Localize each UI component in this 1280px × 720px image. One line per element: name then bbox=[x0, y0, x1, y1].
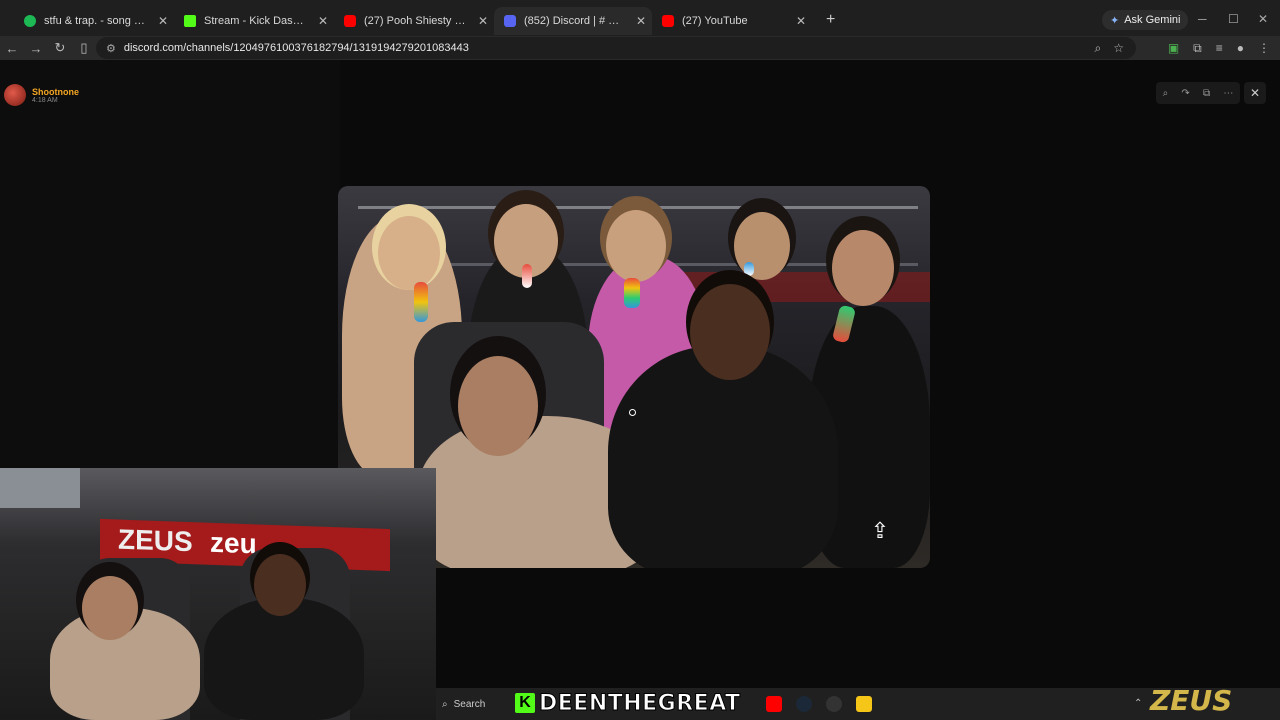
person bbox=[204, 598, 364, 720]
steam-icon[interactable] bbox=[796, 696, 812, 712]
menu-icon[interactable]: ⋮ bbox=[1258, 41, 1270, 56]
close-icon[interactable]: ✕ bbox=[636, 14, 646, 28]
face bbox=[606, 210, 666, 282]
tab-kick-dashboard[interactable]: Stream - Kick Dashboard ✕ bbox=[174, 7, 334, 35]
streamer-name-overlay: K DEENTHEGREAT bbox=[515, 690, 741, 716]
window bbox=[0, 468, 80, 508]
sparkle-icon: ✦ bbox=[1110, 14, 1120, 27]
bookmark-star-icon[interactable]: ☆ bbox=[1113, 41, 1124, 56]
tab-label: (27) Pooh Shiesty - Back In Bloc bbox=[364, 15, 468, 27]
face bbox=[82, 576, 138, 640]
streamer-webcam: ZEUS zeu bbox=[0, 468, 436, 720]
browser-toolbar: ← → ↻ ▯ ⚙ discord.com/channels/120497610… bbox=[0, 36, 1280, 60]
search-placeholder: Search bbox=[453, 698, 486, 710]
kick-icon bbox=[184, 15, 196, 27]
upload-icon[interactable]: ⇪ bbox=[868, 518, 892, 543]
close-icon[interactable]: ✕ bbox=[796, 14, 806, 28]
tab-label: (852) Discord | # … | reactions bbox=[524, 15, 626, 27]
close-icon[interactable]: ✕ bbox=[318, 14, 328, 28]
kick-badge: K bbox=[515, 693, 535, 713]
tab-label: (27) YouTube bbox=[682, 15, 748, 27]
tab-youtube-pooh[interactable]: (27) Pooh Shiesty - Back In Bloc ✕ bbox=[334, 7, 494, 35]
search-icon: ⌕ bbox=[442, 698, 448, 710]
open-external-icon[interactable]: ⧉ bbox=[1203, 88, 1210, 99]
forward-icon[interactable]: → bbox=[24, 41, 48, 56]
face bbox=[254, 554, 306, 616]
streamer-name: DEENTHEGREAT bbox=[539, 690, 741, 716]
youtube-icon bbox=[662, 15, 674, 27]
tab-youtube[interactable]: (27) YouTube ✕ bbox=[652, 7, 812, 35]
cursor-icon bbox=[629, 409, 636, 416]
author-name[interactable]: Shootnone bbox=[32, 87, 79, 97]
popsicle bbox=[522, 264, 532, 288]
brand-logo: ZEUS bbox=[1150, 684, 1233, 717]
split-view-icon[interactable]: ▯ bbox=[72, 40, 96, 56]
address-bar[interactable]: ⚙ discord.com/channels/12049761003761827… bbox=[96, 37, 1136, 59]
taskbar-search[interactable]: ⌕ Search bbox=[442, 692, 514, 716]
close-icon[interactable]: ✕ bbox=[478, 14, 488, 28]
avatar[interactable] bbox=[4, 84, 26, 106]
puzzle-icon[interactable]: ⧉ bbox=[1193, 41, 1202, 56]
zoom-icon[interactable]: ⌕ bbox=[1163, 88, 1169, 99]
zoom-icon[interactable]: ⌕ bbox=[1095, 41, 1102, 56]
viewer-toolbar: ⌕ ↷ ⧉ ⋯ bbox=[1156, 82, 1240, 104]
dimmed-discord-sidebar bbox=[0, 60, 340, 468]
face bbox=[734, 212, 790, 280]
close-icon[interactable]: ✕ bbox=[158, 14, 168, 28]
obs-icon[interactable] bbox=[826, 696, 842, 712]
tab-label: stfu & trap. - song and lyrics by bbox=[44, 15, 148, 27]
new-tab-button[interactable]: + bbox=[826, 11, 835, 29]
maximize-icon[interactable]: ☐ bbox=[1228, 12, 1239, 26]
face bbox=[458, 356, 538, 456]
banner-text: ZEUS bbox=[118, 523, 193, 558]
extension-icon[interactable]: ▣ bbox=[1168, 41, 1179, 56]
author-info: Shootnone 4:18 AM bbox=[4, 84, 79, 106]
profile-icon[interactable]: ● bbox=[1237, 41, 1244, 56]
popsicle bbox=[624, 278, 640, 308]
tab-discord[interactable]: (852) Discord | # … | reactions ✕ bbox=[494, 7, 652, 35]
reload-icon[interactable]: ↻ bbox=[48, 40, 72, 56]
discord-icon bbox=[504, 15, 516, 27]
chevron-up-icon[interactable]: ⌃ bbox=[1134, 698, 1142, 709]
media-icon[interactable]: ≡ bbox=[1216, 41, 1223, 56]
minimize-icon[interactable]: ─ bbox=[1198, 12, 1207, 26]
ask-gemini-button[interactable]: ✦ Ask Gemini bbox=[1102, 10, 1189, 30]
popsicle bbox=[414, 282, 428, 322]
face bbox=[832, 230, 894, 306]
back-icon[interactable]: ← bbox=[0, 41, 24, 56]
site-info-icon[interactable]: ⚙ bbox=[106, 42, 116, 55]
face bbox=[690, 284, 770, 380]
face bbox=[378, 216, 440, 290]
more-icon[interactable]: ⋯ bbox=[1223, 88, 1233, 99]
tab-spotify[interactable]: stfu & trap. - song and lyrics by ✕ bbox=[14, 7, 174, 35]
post-time: 4:18 AM bbox=[32, 96, 58, 104]
file-explorer-icon[interactable] bbox=[856, 696, 872, 712]
forward-icon[interactable]: ↷ bbox=[1181, 88, 1189, 99]
extension-icons: ▣ ⧉ ≡ ● ⋮ bbox=[1168, 41, 1270, 56]
browser-tab-bar: stfu & trap. - song and lyrics by ✕ Stre… bbox=[0, 0, 1280, 36]
youtube-icon bbox=[344, 15, 356, 27]
youtube-icon[interactable] bbox=[766, 696, 782, 712]
ask-gemini-label: Ask Gemini bbox=[1124, 14, 1181, 26]
popsicle bbox=[744, 262, 754, 276]
url-text: discord.com/channels/1204976100376182794… bbox=[123, 42, 469, 54]
close-viewer-button[interactable]: ✕ bbox=[1244, 82, 1266, 104]
window-close-icon[interactable]: ✕ bbox=[1258, 12, 1268, 26]
spotify-icon bbox=[24, 15, 36, 27]
tab-label: Stream - Kick Dashboard bbox=[204, 15, 308, 27]
